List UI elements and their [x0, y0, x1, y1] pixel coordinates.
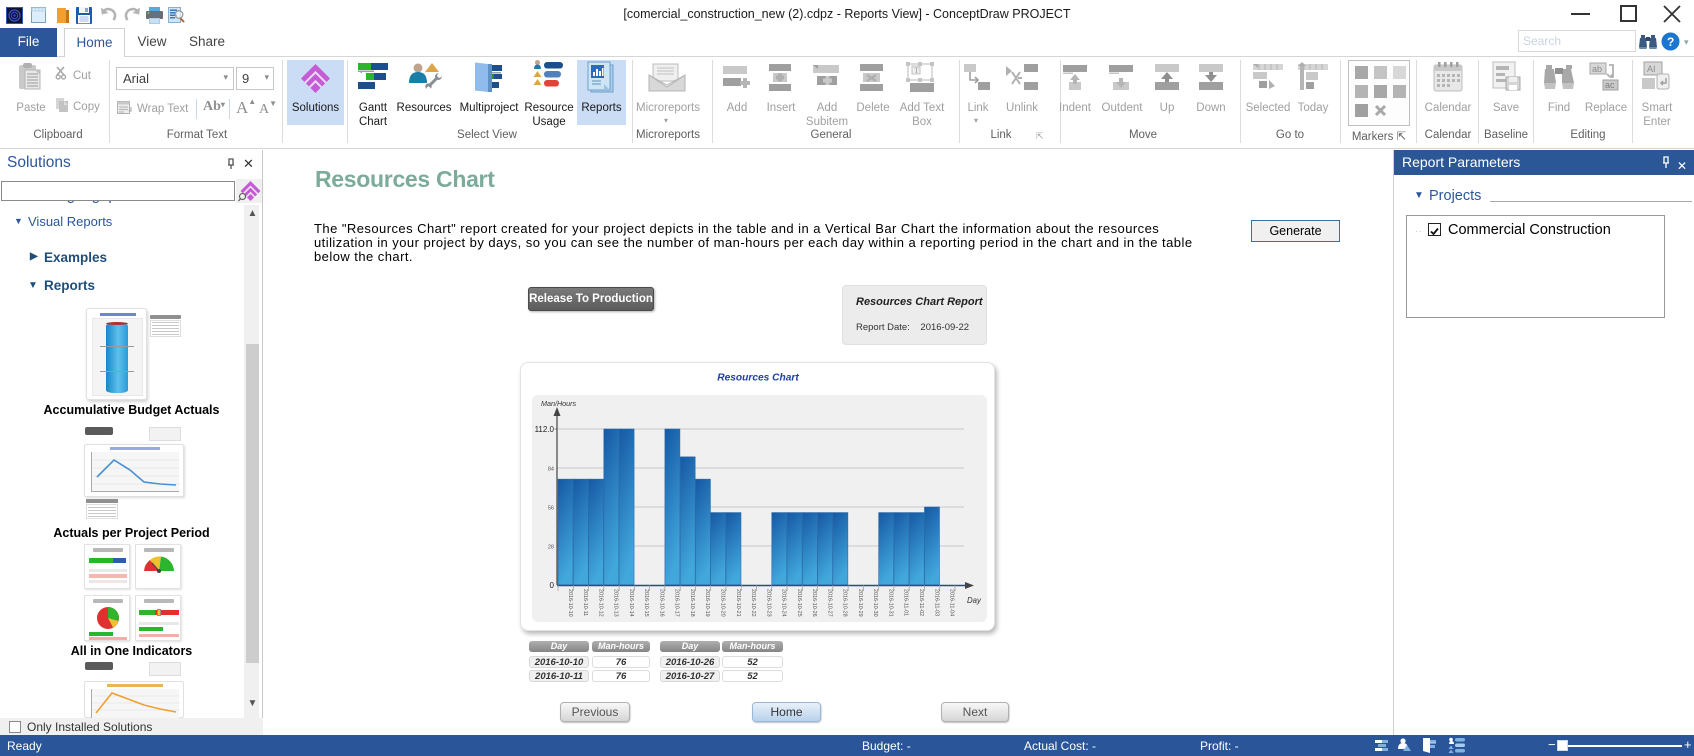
svg-text:Day: Day	[967, 596, 982, 605]
svg-text:28: 28	[548, 545, 554, 551]
svg-text:84: 84	[548, 467, 554, 473]
svg-text:2016-10-30: 2016-10-30	[872, 589, 878, 617]
svg-text:2016-10-13: 2016-10-13	[613, 589, 619, 617]
svg-text:Man/Hours: Man/Hours	[541, 399, 577, 408]
svg-text:2016-10-18: 2016-10-18	[689, 589, 695, 617]
svg-text:0: 0	[550, 581, 555, 590]
svg-text:2016-10-28: 2016-10-28	[842, 589, 848, 617]
svg-text:2016-10-23: 2016-10-23	[765, 589, 771, 617]
svg-text:2016-10-27: 2016-10-27	[826, 589, 832, 617]
svg-text:T: T	[914, 66, 919, 75]
svg-text:2016-10-17: 2016-10-17	[674, 589, 680, 617]
svg-text:2016-11-04: 2016-11-04	[949, 589, 955, 616]
svg-text:2016-10-12: 2016-10-12	[597, 589, 603, 617]
svg-text:2016-10-29: 2016-10-29	[857, 589, 863, 617]
svg-text:2016-10-22: 2016-10-22	[750, 589, 756, 617]
svg-text:56: 56	[548, 506, 554, 512]
svg-text:?: ?	[1667, 35, 1674, 49]
svg-text:Resources Chart: Resources Chart	[717, 373, 799, 384]
svg-text:ab: ab	[1592, 64, 1602, 74]
svg-text:2016-10-19: 2016-10-19	[704, 589, 710, 617]
svg-text:2016-10-14: 2016-10-14	[628, 589, 634, 617]
svg-text:2016-11-03: 2016-11-03	[933, 589, 939, 616]
svg-text:ac: ac	[1605, 80, 1615, 90]
svg-text:2016-10-31: 2016-10-31	[887, 589, 893, 617]
svg-text:2016-10-26: 2016-10-26	[811, 589, 817, 617]
svg-text:AI: AI	[1647, 64, 1656, 74]
svg-text:2016-10-20: 2016-10-20	[720, 589, 726, 617]
svg-text:2016-10-21: 2016-10-21	[735, 589, 741, 617]
svg-text:112.0: 112.0	[535, 425, 555, 434]
svg-text:2016-11-02: 2016-11-02	[918, 589, 924, 616]
svg-text:2016-10-10: 2016-10-10	[567, 589, 573, 617]
svg-text:2016-11-01: 2016-11-01	[903, 589, 909, 616]
svg-text:2016-10-24: 2016-10-24	[781, 589, 787, 617]
svg-text:2016-10-11: 2016-10-11	[582, 589, 588, 616]
svg-text:2016-10-16: 2016-10-16	[658, 589, 664, 617]
svg-text:2016-10-15: 2016-10-15	[643, 589, 649, 617]
svg-text:2016-10-25: 2016-10-25	[796, 589, 802, 617]
